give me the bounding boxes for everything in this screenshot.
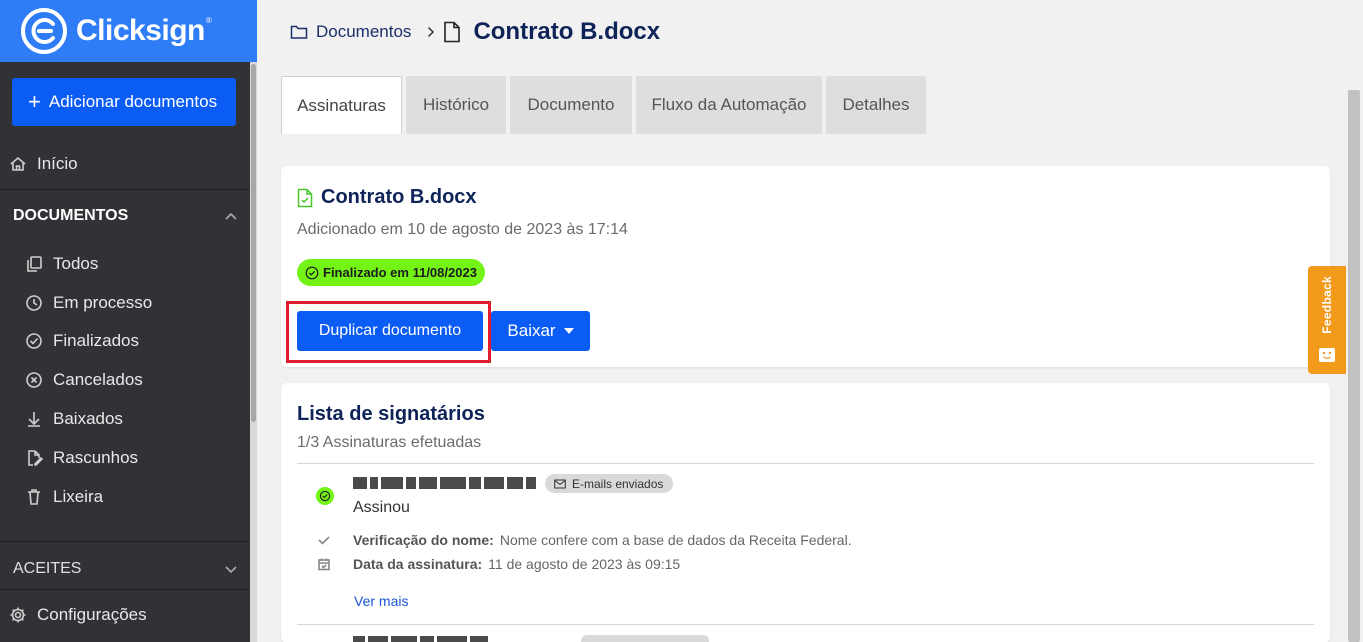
documents-section-toggle[interactable]: DOCUMENTOS: [13, 207, 238, 225]
trash-icon: [28, 489, 40, 505]
name-verification-value: Nome confere com a base de dados da Rece…: [499, 532, 852, 548]
check-icon: [318, 536, 330, 545]
feedback-face-icon: [1319, 348, 1335, 362]
document-card: Contrato B.docx Adicionado em 10 de agos…: [281, 166, 1330, 367]
signature-date-value: 11 de agosto de 2023 às 09:15: [488, 556, 681, 572]
signers-card: Lista de signatários 1/3 Assinaturas efe…: [281, 383, 1330, 642]
chevron-down-icon: [225, 566, 237, 574]
calendar-icon: [318, 558, 330, 571]
draft-icon: [28, 450, 43, 466]
gear-icon: [10, 607, 26, 623]
check-circle-icon: [26, 333, 42, 349]
name-verification-label: Verificação do nome:: [353, 532, 494, 548]
emails-sent-badge: E-mails enviados: [545, 474, 674, 493]
copy-icon: [27, 256, 42, 272]
nav-cancelados-label: Cancelados: [53, 370, 143, 389]
clicksign-logo-icon: [21, 8, 67, 54]
divider: [0, 189, 250, 190]
signer-status: Assinou: [353, 499, 410, 516]
nav-lixeira[interactable]: Lixeira: [25, 487, 275, 507]
see-more-link[interactable]: Ver mais: [354, 593, 408, 609]
tab-documento[interactable]: Documento: [510, 76, 632, 134]
nav-settings[interactable]: Configurações: [9, 605, 259, 625]
divider: [0, 541, 250, 542]
file-icon: [444, 21, 461, 43]
signers-title: Lista de signatários: [297, 403, 485, 425]
sidebar-scrollbar-thumb[interactable]: [251, 64, 256, 422]
document-title-text: Contrato B.docx: [321, 186, 477, 208]
home-icon: [10, 156, 26, 171]
name-verification-row: Verificação do nome: Nome confere com a …: [317, 532, 852, 548]
status-badge: Finalizado em 11/08/2023: [297, 259, 485, 286]
chevron-right-icon: [428, 26, 435, 38]
tab-detalhes[interactable]: Detalhes: [826, 76, 926, 134]
tab-assinaturas[interactable]: Assinaturas: [281, 76, 402, 134]
nav-em-processo-label: Em processo: [53, 293, 153, 312]
divider: [297, 624, 1314, 625]
signer-name-redacted: [353, 475, 537, 491]
nav-finalizados-label: Finalizados: [53, 331, 139, 350]
add-documents-button[interactable]: + Adicionar documentos: [12, 78, 236, 126]
nav-home[interactable]: Início: [9, 154, 259, 174]
nav-finalizados[interactable]: Finalizados: [25, 331, 275, 351]
nav-rascunhos-label: Rascunhos: [53, 448, 139, 467]
brand-registered-mark: ®: [205, 16, 212, 25]
divider: [297, 463, 1314, 464]
emails-sent-text: E-mails enviados: [572, 476, 664, 491]
document-added-date: Adicionado em 10 de agosto de 2023 às 17…: [297, 221, 628, 238]
file-check-icon: [297, 188, 313, 207]
nav-settings-label: Configurações: [37, 605, 147, 624]
nav-baixados-label: Baixados: [53, 409, 123, 428]
signed-check-icon: [316, 487, 334, 505]
feedback-tab[interactable]: Feedback: [1308, 266, 1346, 374]
aceites-section-toggle[interactable]: ACEITES: [13, 560, 238, 578]
divider: [0, 589, 250, 590]
signer-name-redacted: [353, 636, 503, 642]
download-dropdown-button[interactable]: Baixar: [491, 311, 590, 351]
nav-lixeira-label: Lixeira: [53, 487, 104, 506]
folder-icon: [290, 25, 308, 39]
nav-baixados[interactable]: Baixados: [25, 409, 275, 429]
caret-down-icon: [563, 328, 574, 334]
page-title: Contrato B.docx: [473, 18, 661, 45]
documents-section-label: DOCUMENTOS: [13, 207, 129, 224]
tab-historico[interactable]: Histórico: [406, 76, 506, 134]
nav-home-label: Início: [37, 154, 78, 173]
add-documents-label: Adicionar documentos: [48, 92, 218, 111]
signature-date-row: Data da assinatura: 11 de agosto de 2023…: [317, 556, 680, 572]
aceites-section-label: ACEITES: [13, 560, 82, 577]
tab-bar: Assinaturas Histórico Documento Fluxo da…: [281, 76, 930, 134]
clock-icon: [26, 295, 42, 311]
nav-todos[interactable]: Todos: [25, 254, 275, 274]
nav-em-processo[interactable]: Em processo: [25, 293, 275, 313]
mail-icon: [554, 479, 566, 488]
check-circle-icon: [305, 266, 319, 279]
signature-date-label: Data da assinatura:: [353, 556, 483, 572]
duplicate-document-button[interactable]: Duplicar documento: [297, 311, 483, 351]
main-scrollbar-thumb[interactable]: [1348, 90, 1360, 642]
x-circle-icon: [26, 372, 42, 388]
breadcrumb-documents-link[interactable]: Documentos: [316, 22, 411, 42]
logo-bar: Clicksign ®: [0, 0, 257, 62]
tab-fluxo-automacao[interactable]: Fluxo da Automação: [636, 76, 822, 134]
sidebar: Clicksign ® + Adicionar documentos Iníci…: [0, 0, 257, 642]
nav-cancelados[interactable]: Cancelados: [25, 370, 275, 390]
plus-icon: +: [28, 89, 41, 114]
nav-rascunhos[interactable]: Rascunhos: [25, 448, 275, 468]
breadcrumb: Documentos Contrato B.docx: [290, 16, 660, 48]
chevron-up-icon: [225, 212, 237, 220]
download-label: Baixar: [507, 321, 556, 340]
feedback-label: Feedback: [1320, 276, 1334, 334]
document-title: Contrato B.docx: [297, 186, 477, 209]
nav-todos-label: Todos: [53, 254, 99, 273]
signers-subtitle: 1/3 Assinaturas efetuadas: [297, 434, 482, 451]
status-badge-text: Finalizado em 11/08/2023: [323, 265, 477, 280]
download-icon: [28, 412, 40, 427]
brand-name: Clicksign: [76, 14, 205, 47]
signer-badge: [581, 635, 709, 642]
